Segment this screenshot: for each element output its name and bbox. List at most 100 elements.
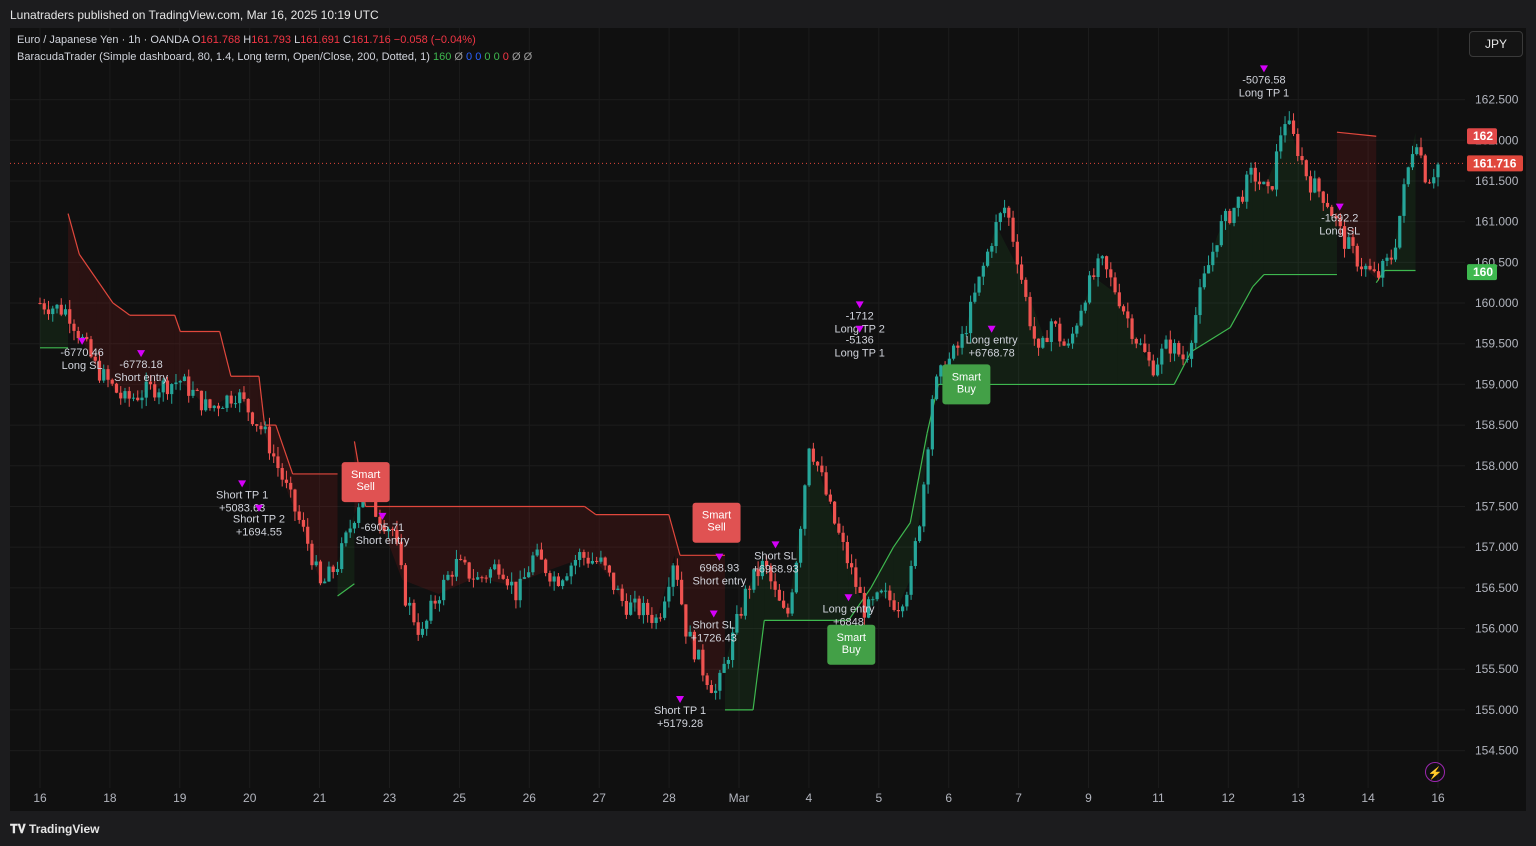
candle-body xyxy=(1202,273,1206,288)
candle-body xyxy=(408,602,412,606)
candle-body xyxy=(939,365,943,377)
candle-body xyxy=(1436,164,1440,178)
candle-body xyxy=(1240,196,1245,202)
x-tick-label: 28 xyxy=(662,791,676,805)
candle-body xyxy=(225,395,229,408)
trade-annotation: +6768.78 xyxy=(969,348,1015,360)
x-tick-label: 20 xyxy=(243,791,257,805)
candle-body xyxy=(850,563,854,568)
candle-body xyxy=(1232,207,1236,223)
candle-body xyxy=(208,399,212,409)
candle-body xyxy=(233,403,238,405)
candle-body xyxy=(718,672,722,691)
x-tick-label: 6 xyxy=(945,791,952,805)
y-tick-label: 162.500 xyxy=(1475,93,1519,107)
candle-body xyxy=(187,376,191,396)
x-tick-label: 13 xyxy=(1292,791,1306,805)
candle-body xyxy=(633,598,637,603)
candle-body xyxy=(63,309,68,315)
candle-body xyxy=(1002,207,1007,214)
candle-body xyxy=(917,526,922,542)
trade-annotation: Short SL xyxy=(754,550,797,562)
candle-body xyxy=(446,574,450,580)
candle-body xyxy=(803,485,807,529)
candle-body xyxy=(518,578,522,601)
indicator-flag: 0 xyxy=(472,51,482,63)
flash-icon[interactable]: ⚡ xyxy=(1425,762,1445,782)
candle-body xyxy=(990,246,994,252)
candle-body xyxy=(1189,342,1194,359)
trade-annotation: +5179.28 xyxy=(657,718,703,730)
trade-annotation: Short entry xyxy=(356,535,410,547)
candle-body xyxy=(442,579,446,601)
candle-body xyxy=(1372,269,1376,272)
candle-body xyxy=(1402,184,1406,216)
candle-body xyxy=(1398,215,1402,248)
candle-body xyxy=(675,565,679,580)
candle-body xyxy=(981,265,985,277)
trade-annotation: 6968.93 xyxy=(699,563,739,575)
stop-fill xyxy=(1174,335,1191,385)
trade-annotation: Long TP 1 xyxy=(1239,87,1289,99)
tv-logo-icon: 𝐓𝐕 xyxy=(10,822,30,836)
candle-body xyxy=(459,558,463,560)
candle-body xyxy=(922,484,926,527)
candle-body xyxy=(1206,265,1211,274)
candle-body xyxy=(531,555,535,573)
candle-body xyxy=(178,381,182,383)
candle-body xyxy=(654,617,658,623)
candle-body xyxy=(1228,210,1232,223)
candle-body xyxy=(624,600,628,615)
chart-svg[interactable]: SmartSellSmartSellSmartBuySmartBuy-6770.… xyxy=(10,28,1526,811)
candle-body xyxy=(1313,178,1317,193)
candle-body xyxy=(238,392,242,404)
candle-body xyxy=(641,602,645,616)
candle-body xyxy=(323,581,327,584)
candle-body xyxy=(841,532,845,542)
candle-body xyxy=(994,222,998,247)
candle-body xyxy=(1300,156,1304,161)
x-tick-label: 27 xyxy=(593,791,607,805)
candle-body xyxy=(1211,251,1215,266)
candle-body xyxy=(420,628,425,635)
candle-body xyxy=(535,549,539,556)
candle-body xyxy=(505,578,510,586)
candle-body xyxy=(1321,191,1325,203)
candle-body xyxy=(131,397,136,399)
candle-body xyxy=(263,426,267,430)
candle-body xyxy=(1007,207,1011,218)
candle-body xyxy=(348,528,352,533)
candle-body xyxy=(956,345,960,348)
candle-body xyxy=(799,528,803,563)
indicator-flag: Ø xyxy=(454,51,463,63)
currency-button[interactable]: JPY xyxy=(1469,31,1523,57)
candle-body xyxy=(1406,167,1410,185)
symbol-legend: Euro / Japanese Yen · 1h · OANDA O161.76… xyxy=(17,34,476,46)
candle-body xyxy=(743,588,747,616)
candle-body xyxy=(845,541,849,564)
candle-body xyxy=(267,426,272,454)
candle-body xyxy=(450,574,454,577)
candle-body xyxy=(327,566,331,582)
candle-body xyxy=(739,613,743,616)
candle-body xyxy=(493,564,497,570)
candle-body xyxy=(501,574,505,579)
indicator-flag: 0 xyxy=(462,51,473,63)
candle-body xyxy=(1351,237,1355,246)
candle-body xyxy=(1155,364,1160,376)
candle-body xyxy=(629,602,633,615)
candle-body xyxy=(1019,264,1024,280)
candle-body xyxy=(1223,210,1228,222)
candle-body xyxy=(136,397,140,401)
chart-area[interactable]: Smart Sell Smart Sell Smart Buy Smart Buy -6770.… xyxy=(10,28,1526,811)
candle-body xyxy=(301,519,306,527)
indicator-legend: BaracudaTrader (Simple dashboard, 80, 1.… xyxy=(17,51,532,63)
x-tick-label: 21 xyxy=(313,791,327,805)
trade-annotation: Short TP 2 xyxy=(233,514,285,526)
tv-logo-text: TradingView xyxy=(29,822,100,836)
candle-body xyxy=(114,383,119,393)
candle-body xyxy=(1423,155,1427,183)
candle-body xyxy=(1236,196,1240,208)
x-tick-label: 18 xyxy=(103,791,117,805)
x-tick-label: 14 xyxy=(1361,791,1375,805)
